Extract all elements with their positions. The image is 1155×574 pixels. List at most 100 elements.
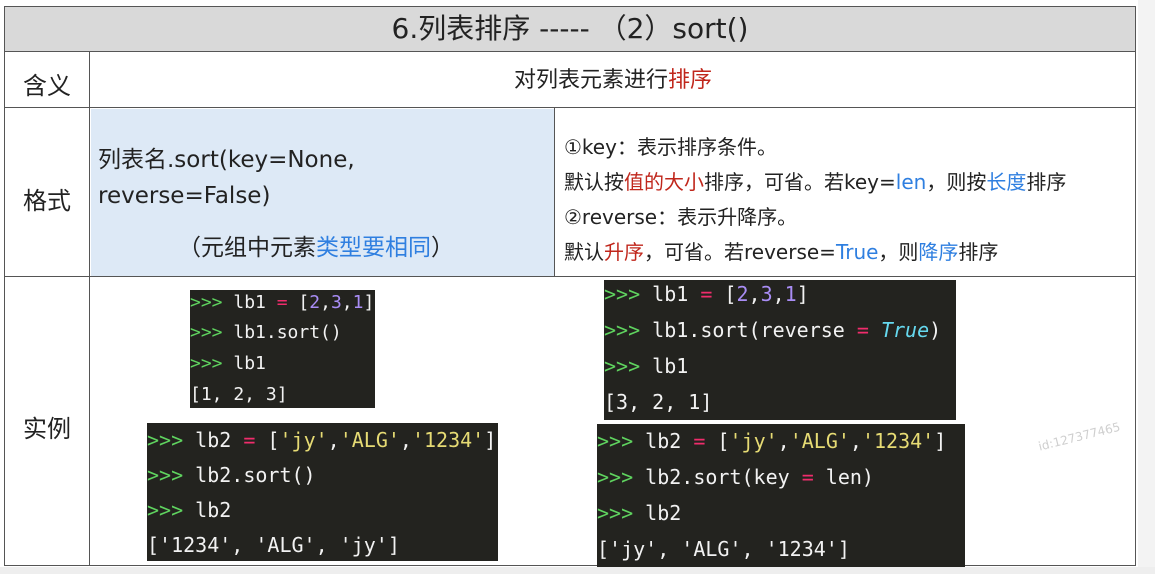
code-text: [	[712, 282, 737, 306]
meaning-prefix: 对列表元素进行	[513, 68, 668, 93]
format-label: 格式	[23, 187, 71, 215]
code-text: lb2	[645, 429, 694, 453]
code-text: lb2	[195, 498, 232, 522]
text-span: 默认按	[564, 170, 624, 194]
syntax-note-prefix: （元组中元素	[178, 235, 316, 261]
syntax-line-1: 列表名.sort(key=None,	[98, 147, 355, 173]
syntax-note: （元组中元素类型要相同）	[178, 228, 454, 262]
code-text: lb2	[645, 501, 682, 525]
keyword: True	[880, 318, 930, 342]
code-line: >>> lb1	[604, 354, 688, 378]
bottom-edge-bar	[0, 567, 1155, 574]
string: 'ALG'	[789, 429, 850, 453]
number: 1	[784, 282, 797, 306]
example-label: 实例	[23, 415, 71, 443]
operator: =	[856, 318, 869, 342]
code-text: lb1	[652, 354, 689, 378]
code-text: ,	[849, 429, 862, 453]
meaning-label: 含义	[23, 72, 71, 100]
code-line: >>> lb2.sort()	[147, 463, 316, 487]
text-span: 排序，可省。若key=	[704, 170, 896, 194]
syntax-note-highlight: 类型要相同	[316, 235, 431, 261]
code-text: ,	[327, 428, 340, 452]
code-text: ]	[796, 282, 809, 306]
code-output: [1, 2, 3]	[190, 384, 288, 405]
code-line: >>> lb1.sort()	[190, 322, 342, 343]
code-text: lb1.sort()	[233, 322, 342, 343]
text-span: ，则	[878, 240, 919, 264]
prompt: >>>	[597, 429, 646, 453]
column-divider	[89, 52, 90, 566]
code-text: ]	[934, 429, 947, 453]
highlight-blue: 降序	[918, 240, 959, 264]
code-line: >>> lb1 = [2,3,1]	[604, 282, 809, 306]
number: 2	[736, 282, 749, 306]
code-block-sort-reverse: >>> lb1 = [2,3,1] >>> lb1.sort(reverse =…	[604, 280, 956, 420]
code-text: lb2	[195, 428, 244, 452]
text-span: ，则按	[926, 170, 987, 194]
code-text: ]	[484, 428, 497, 452]
code-block-sort-strings: >>> lb2 = ['jy','ALG','1234'] >>> lb2.so…	[147, 423, 498, 561]
column-divider	[554, 108, 555, 276]
code-line: >>> lb1 = [2,3,1]	[190, 292, 374, 313]
prompt: >>>	[604, 318, 653, 342]
prompt: >>>	[190, 292, 234, 313]
code-text: lb2.sort()	[195, 463, 316, 487]
code-text: lb1	[233, 353, 266, 374]
code-line: >>> lb2 = ['jy','ALG','1234']	[147, 428, 496, 452]
code-text: ,	[341, 292, 353, 313]
right-edge-bar	[1138, 0, 1155, 574]
string: 'jy'	[729, 429, 778, 453]
code-text: )	[929, 318, 942, 342]
prompt: >>>	[604, 282, 653, 306]
param-reverse-heading: ②reverse：表示升降序。	[564, 205, 798, 229]
syntax-line-2: reverse=False)	[98, 183, 271, 209]
code-line: >>> lb2.sort(key = len)	[597, 465, 874, 489]
code-text: ,	[748, 282, 761, 306]
code-text: lb1	[233, 292, 277, 313]
number: 1	[352, 292, 364, 313]
operator: =	[801, 465, 814, 489]
code-text: ,	[399, 428, 412, 452]
code-output: ['jy', 'ALG', '1234']	[597, 537, 850, 561]
number: 2	[309, 292, 321, 313]
code-line: >>> lb1.sort(reverse = True)	[604, 318, 941, 342]
string: 'ALG'	[339, 428, 400, 452]
param-key-desc: 默认按值的大小排序，可省。若key=len，则按长度排序	[564, 166, 1066, 195]
highlight-blue: len	[895, 170, 927, 194]
text-span: 排序	[958, 240, 999, 264]
number: 3	[760, 282, 773, 306]
code-line: >>> lb2	[597, 501, 681, 525]
prompt: >>>	[190, 353, 234, 374]
code-text: [	[255, 428, 280, 452]
operator: =	[243, 428, 256, 452]
code-text: ]	[363, 292, 375, 313]
string: '1234'	[411, 428, 485, 452]
code-line: >>> lb2 = ['jy','ALG','1234']	[597, 429, 946, 453]
param-key-heading: ①key：表示排序条件。	[564, 135, 777, 159]
code-line: >>> lb1	[190, 353, 266, 374]
highlight-red: 升序	[604, 240, 644, 264]
code-output: ['1234', 'ALG', 'jy']	[147, 533, 400, 557]
string: '1234'	[861, 429, 935, 453]
meaning-highlight: 排序	[668, 68, 713, 93]
code-output: [3, 2, 1]	[604, 390, 713, 414]
operator: =	[276, 292, 288, 313]
prompt: >>>	[604, 354, 653, 378]
string: 'jy'	[279, 428, 328, 452]
prompt: >>>	[147, 428, 196, 452]
highlight-blue: 长度	[986, 170, 1027, 194]
row-divider	[4, 276, 1136, 277]
slide-title: 6.列表排序 ----- （2）sort()	[4, 6, 1136, 52]
meaning-text: 对列表元素进行排序	[90, 54, 1136, 108]
code-text: len)	[813, 465, 874, 489]
code-text: lb1.sort(reverse	[652, 318, 857, 342]
prompt: >>>	[190, 322, 234, 343]
code-text: lb1	[652, 282, 701, 306]
number: 3	[330, 292, 342, 313]
code-text: ,	[320, 292, 331, 313]
text-span: 排序	[1026, 170, 1067, 194]
syntax-note-suffix: ）	[431, 235, 454, 261]
code-text: ,	[777, 429, 790, 453]
